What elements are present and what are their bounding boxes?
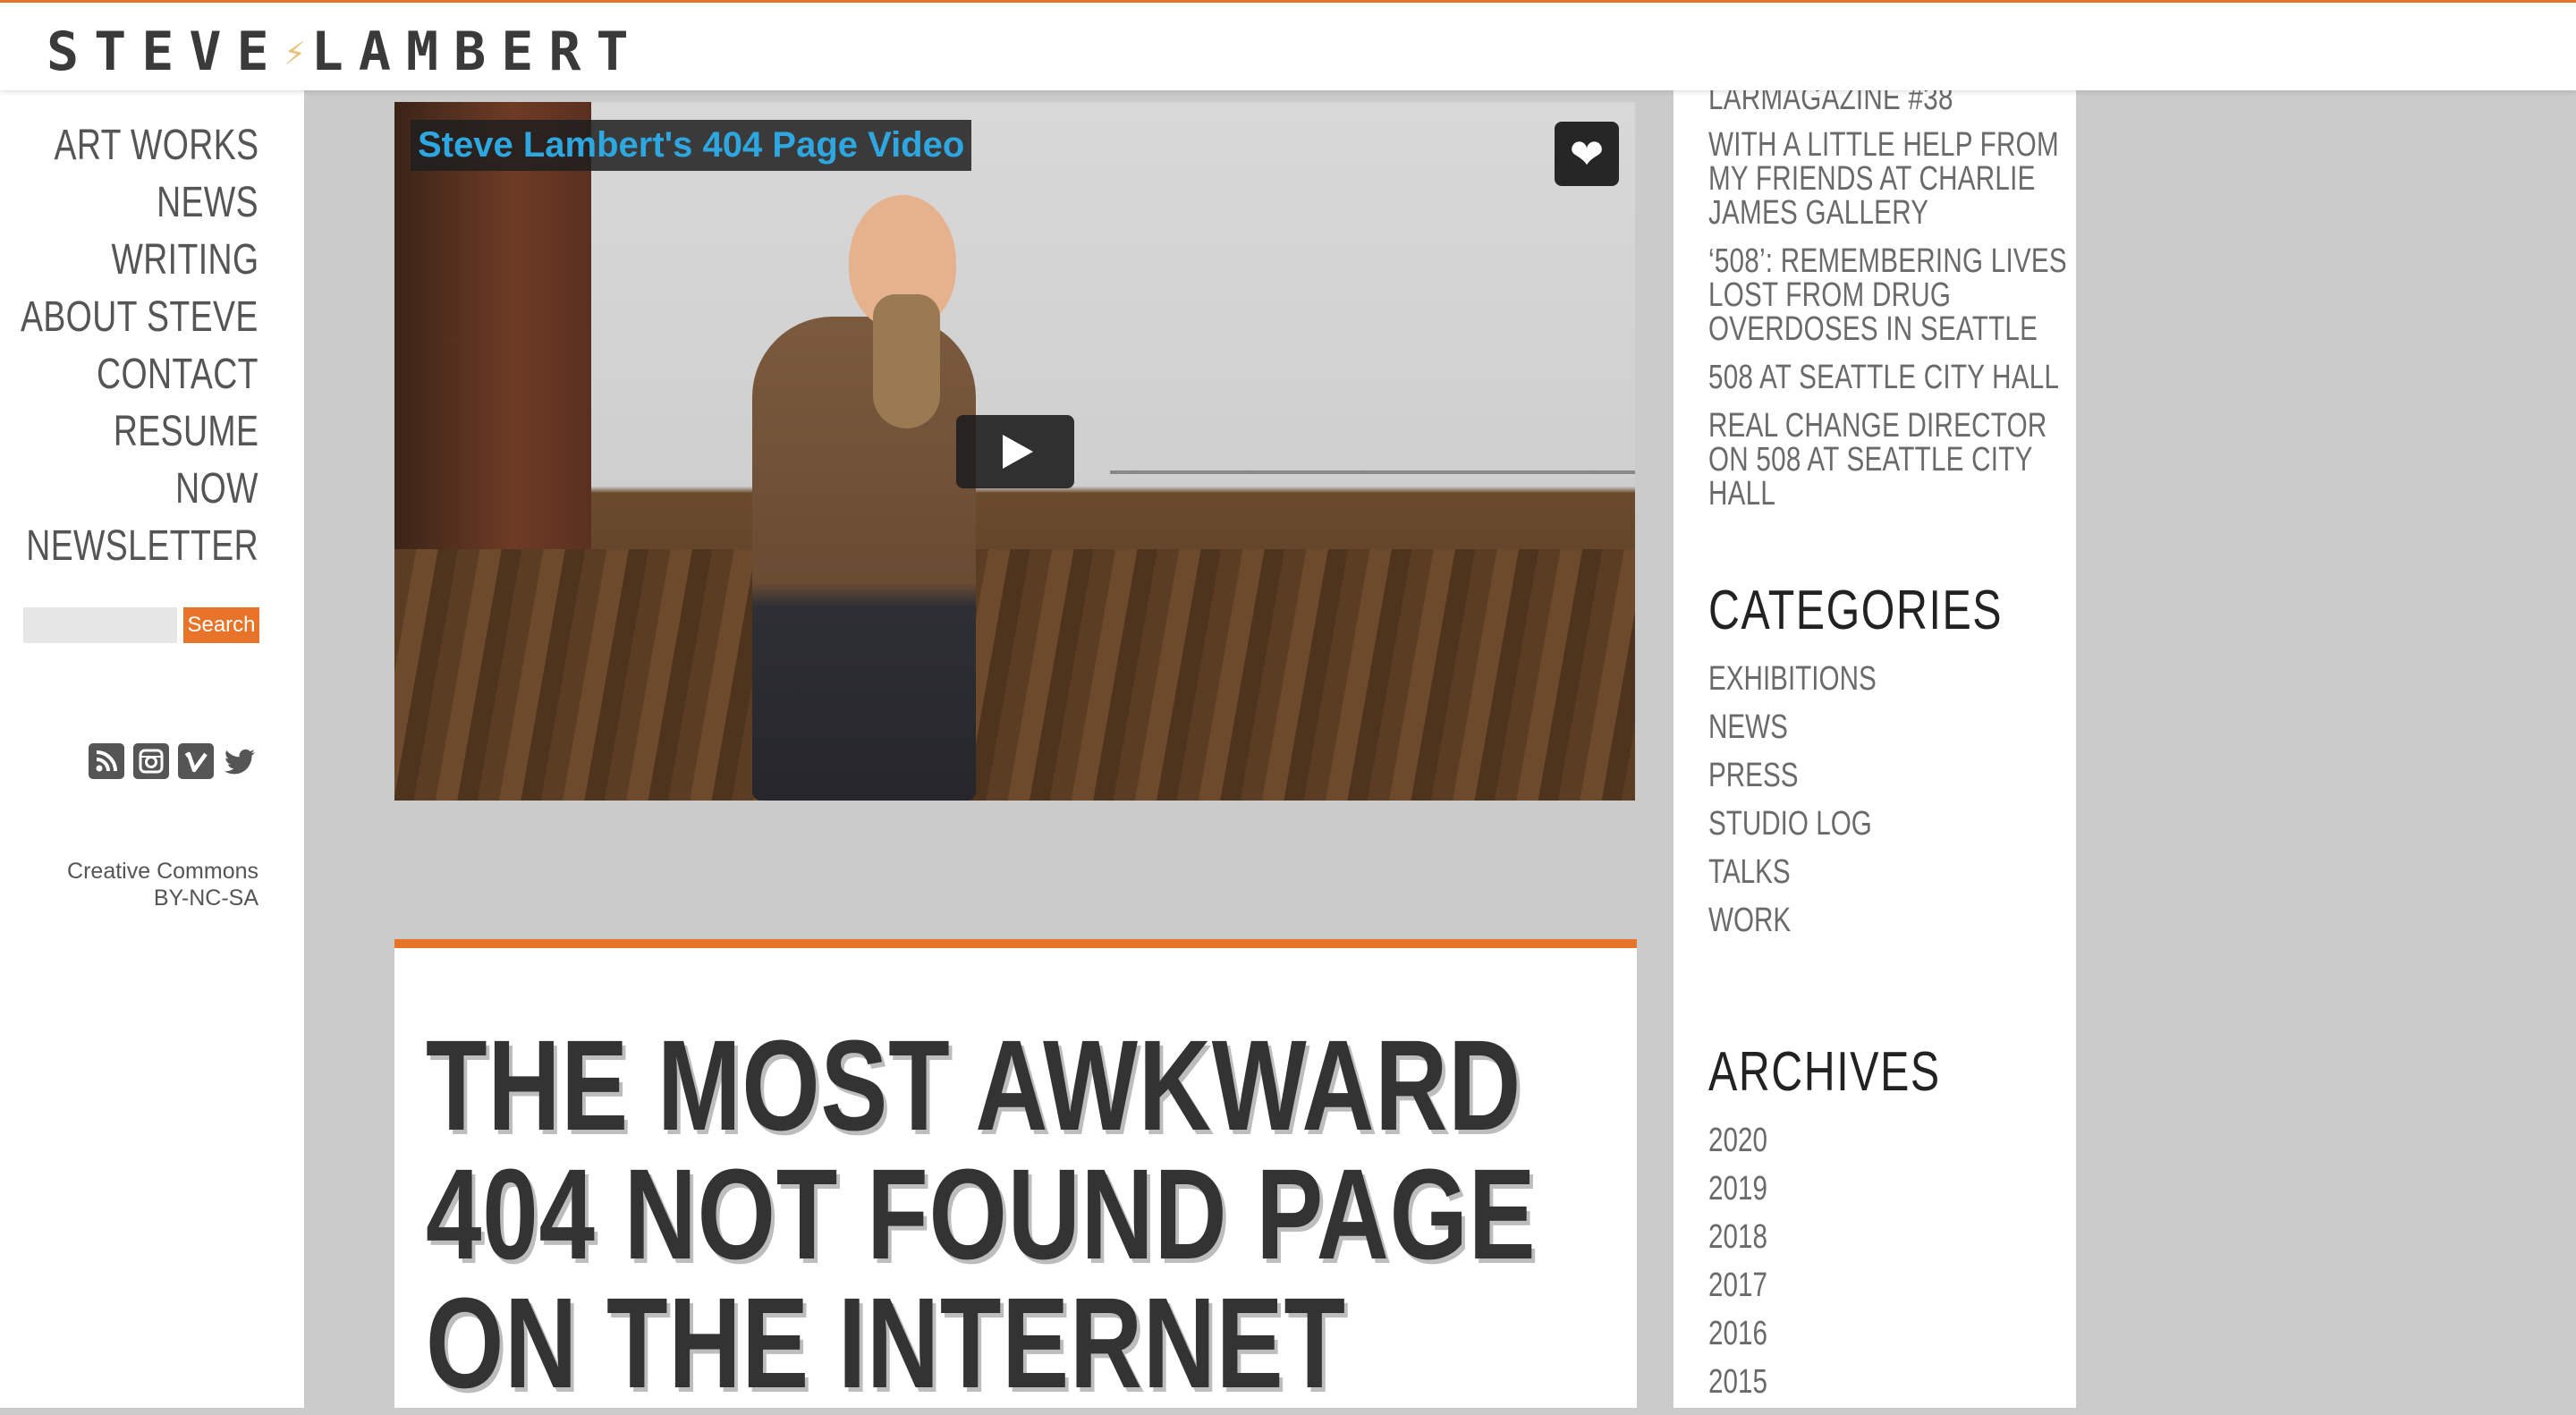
left-sidebar: ART WORKS NEWS WRITING ABOUT STEVE CONTA… [0, 90, 304, 1408]
nav-art-works[interactable]: ART WORKS [54, 121, 258, 170]
video-frame-beard [873, 294, 940, 428]
archives-heading: ARCHIVES [1708, 1041, 1941, 1103]
category-link-studio-log[interactable]: STUDIO LOG [1708, 805, 1872, 843]
instagram-icon[interactable] [133, 743, 169, 779]
video-frame-floor [394, 549, 1635, 801]
search-input[interactable] [23, 607, 177, 643]
vimeo-icon[interactable] [178, 743, 214, 779]
archive-link-2020[interactable]: 2020 [1708, 1122, 1767, 1160]
category-link-work[interactable]: WORK [1708, 902, 1791, 940]
categories-heading: CATEGORIES [1708, 580, 2004, 641]
archive-link-2017[interactable]: 2017 [1708, 1267, 1767, 1305]
rss-icon[interactable] [89, 743, 124, 779]
nav-now[interactable]: NOW [175, 464, 258, 513]
nav-contact[interactable]: CONTACT [97, 350, 258, 399]
play-button[interactable] [956, 415, 1074, 488]
nav-writing[interactable]: WRITING [111, 235, 258, 284]
video-frame-pipe [1110, 470, 1635, 474]
right-sidebar: LARMAGAZINE #38 WITH A LITTLE HELP FROM … [1674, 81, 2076, 1408]
lightning-bolt-icon: ⚡ [284, 32, 311, 73]
video-player[interactable]: Steve Lambert's 404 Page Video ❤ [394, 102, 1635, 801]
license-notice: Creative Commons BY-NC-SA [67, 858, 258, 911]
archive-link-2016[interactable]: 2016 [1708, 1315, 1767, 1353]
category-link-press[interactable]: PRESS [1708, 757, 1798, 795]
heart-icon[interactable]: ❤ [1555, 122, 1619, 186]
archive-link-2018[interactable]: 2018 [1708, 1218, 1767, 1257]
nav-news[interactable]: NEWS [157, 178, 258, 227]
search-button[interactable]: Search [183, 607, 259, 643]
license-line-1[interactable]: Creative Commons [67, 858, 258, 885]
play-icon [1003, 435, 1033, 469]
twitter-icon[interactable] [223, 743, 258, 779]
recent-post-link[interactable]: WITH A LITTLE HELP FROM MY FRIENDS AT CH… [1708, 128, 2072, 230]
logo-text-left: STEVE [47, 21, 284, 83]
recent-post-link[interactable]: 508 AT SEATTLE CITY HALL [1708, 360, 2072, 394]
video-title[interactable]: Steve Lambert's 404 Page Video [411, 120, 972, 171]
category-link-news[interactable]: NEWS [1708, 708, 1788, 747]
category-link-exhibitions[interactable]: EXHIBITIONS [1708, 660, 1877, 699]
archive-link-2015[interactable]: 2015 [1708, 1363, 1767, 1402]
article-title: THE MOST AWKWARD 404 NOT FOUND PAGE ON T… [426, 1013, 1537, 1415]
site-logo[interactable]: STEVE⚡LAMBERT [47, 21, 644, 83]
logo-text-right: LAMBERT [310, 21, 644, 83]
article-card: THE MOST AWKWARD 404 NOT FOUND PAGE ON T… [394, 939, 1637, 1408]
video-frame-person [752, 317, 976, 801]
nav-about-steve[interactable]: ABOUT STEVE [21, 292, 258, 342]
nav-newsletter[interactable]: NEWSLETTER [26, 521, 258, 571]
site-header: STEVE⚡LAMBERT [0, 0, 2576, 90]
license-line-2[interactable]: BY-NC-SA [67, 885, 258, 911]
recent-post-link[interactable]: REAL CHANGE DIRECTOR ON 508 AT SEATTLE C… [1708, 409, 2072, 511]
category-link-talks[interactable]: TALKS [1708, 853, 1791, 892]
recent-post-link[interactable]: ‘508’: REMEMBERING LIVES LOST FROM DRUG … [1708, 244, 2072, 346]
nav-resume[interactable]: RESUME [113, 407, 258, 456]
archive-link-2019[interactable]: 2019 [1708, 1170, 1767, 1208]
